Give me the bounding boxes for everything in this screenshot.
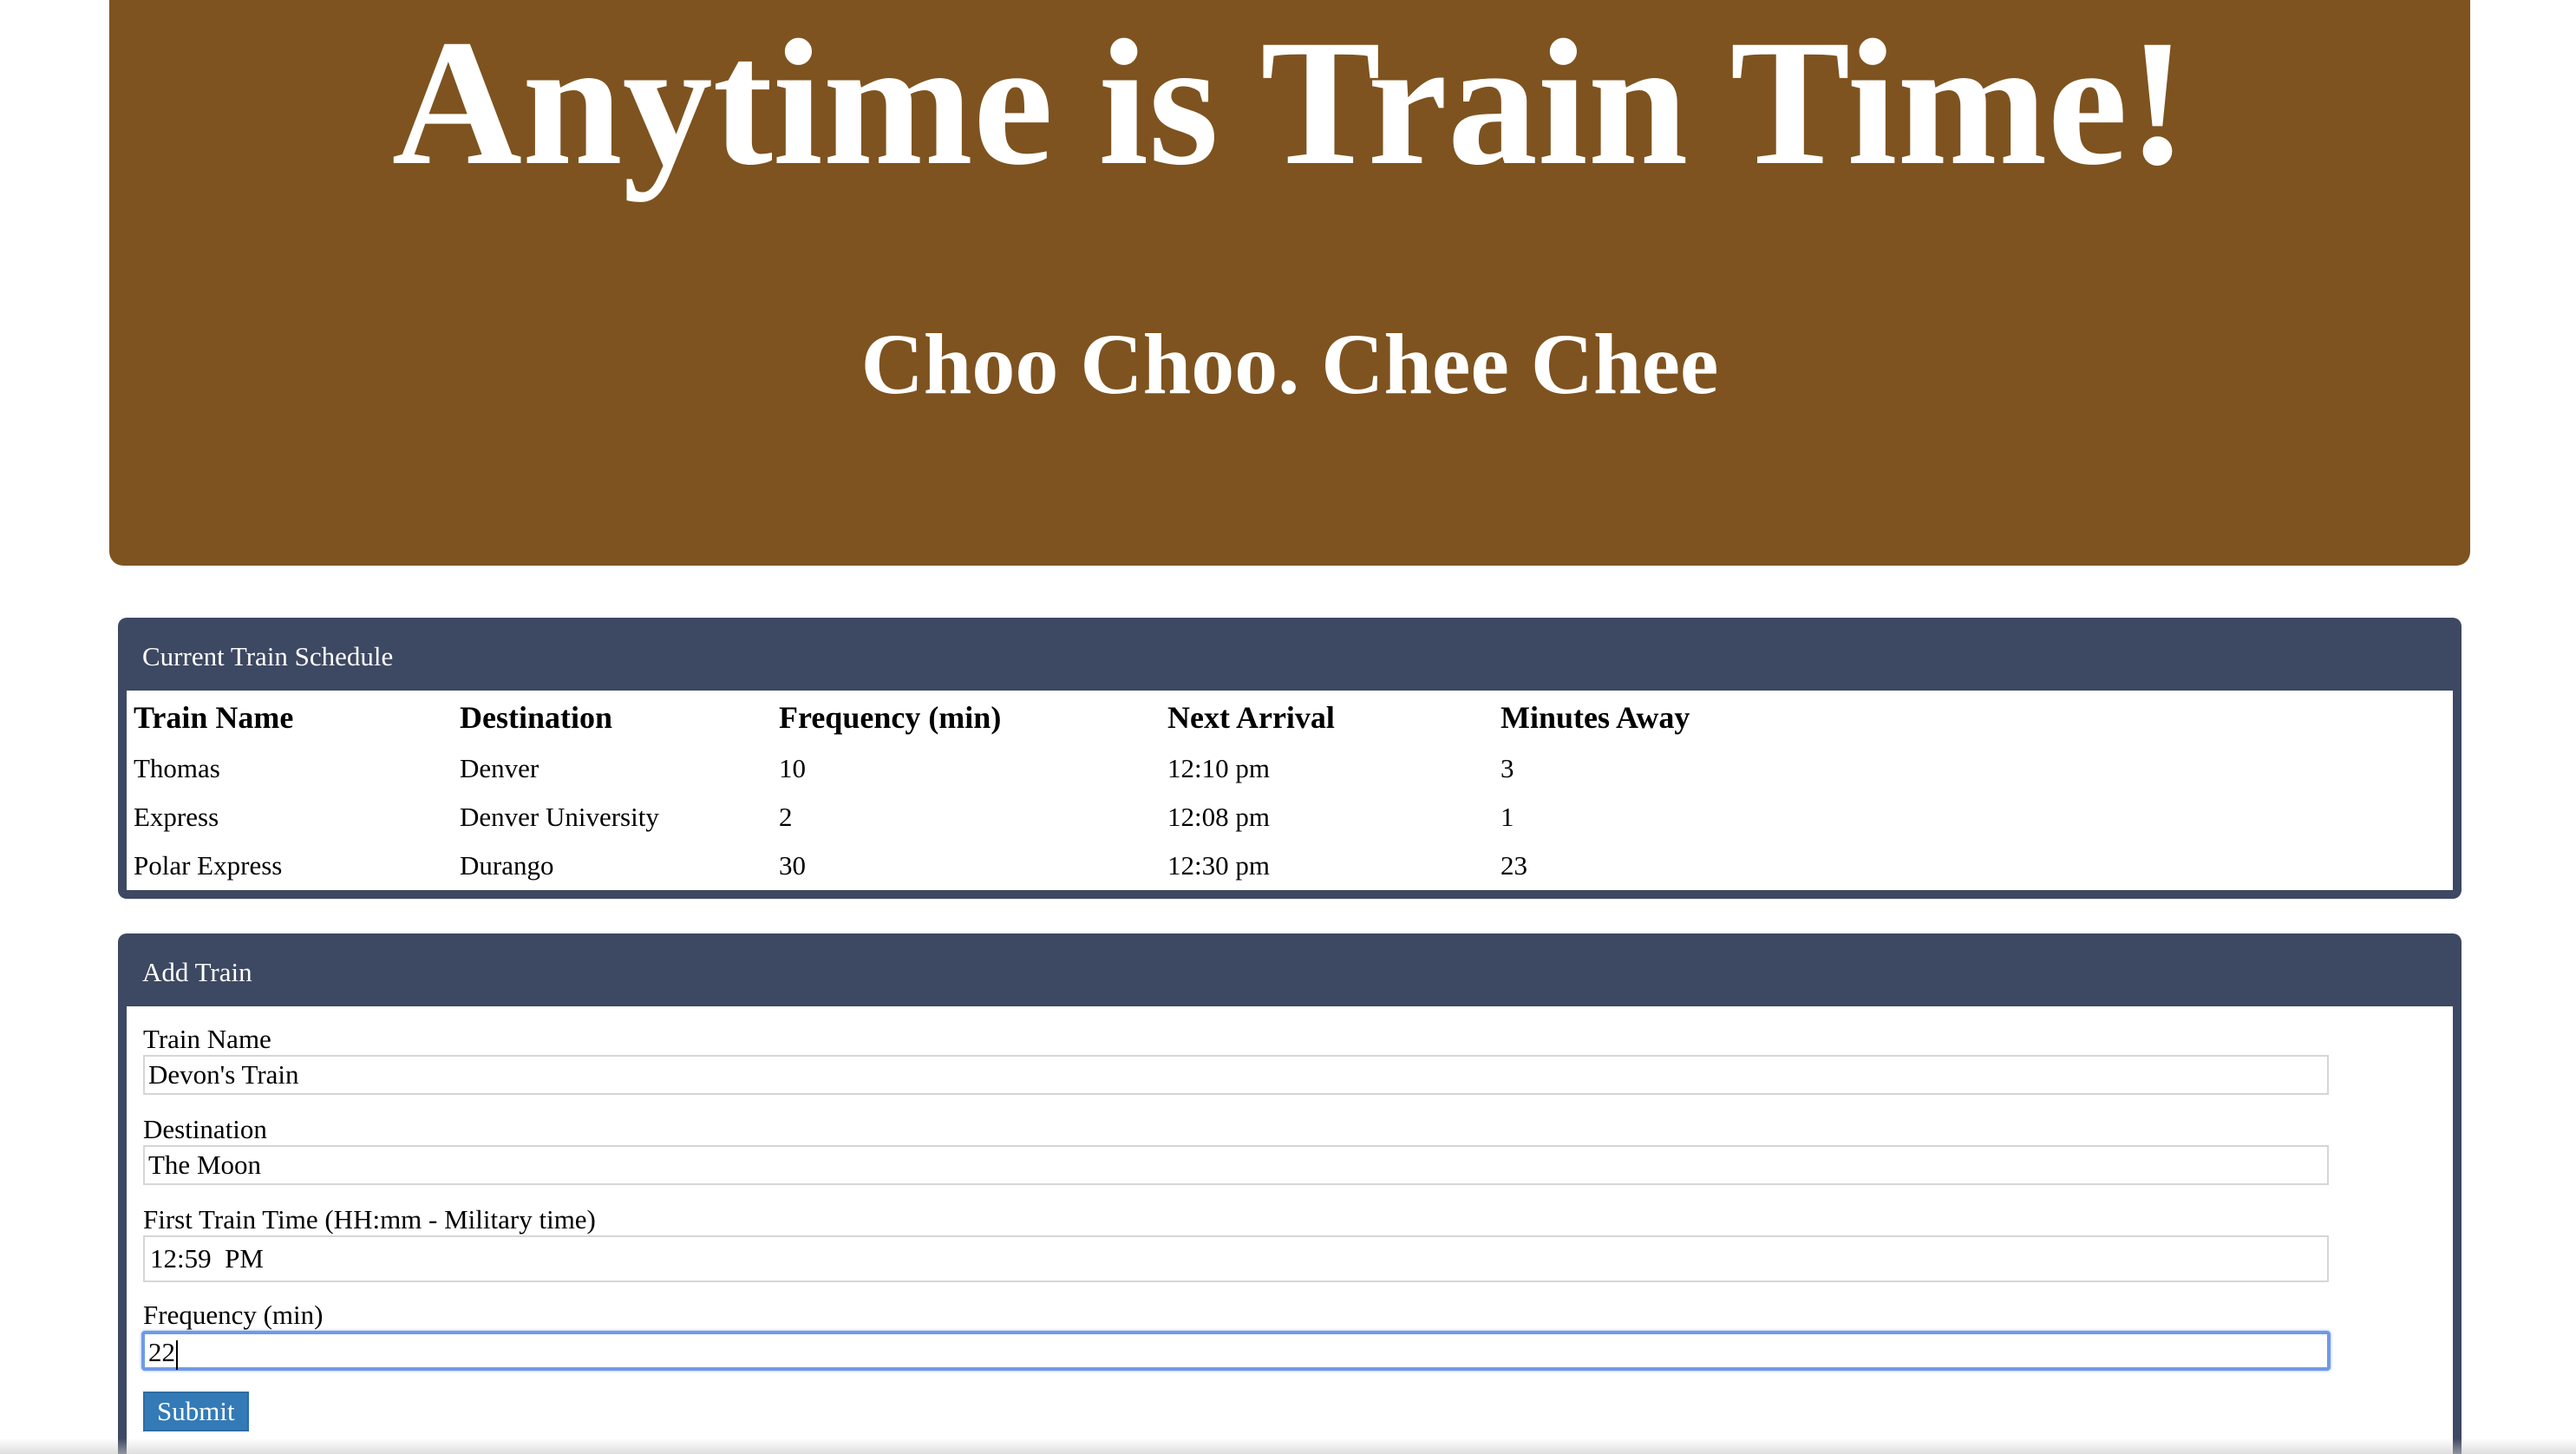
form-group-first-train-time: First Train Time (HH:mm - Military time)… (143, 1204, 2453, 1282)
cell-minutes-away: 3 (1500, 753, 1514, 783)
text-caret (176, 1339, 178, 1370)
submit-button[interactable]: Submit (143, 1392, 249, 1431)
frequency-label: Frequency (min) (143, 1300, 324, 1330)
destination-label: Destination (143, 1114, 267, 1144)
form-group-destination: Destination The Moon (143, 1114, 2453, 1185)
cell-frequency: 10 (779, 753, 806, 783)
cell-train-name: Thomas (134, 753, 220, 783)
column-header-minutes-away: Minutes Away (1500, 700, 1690, 735)
cell-destination: Denver (460, 753, 539, 783)
cell-destination: Durango (460, 850, 554, 881)
table-row: Thomas Denver 10 12:10 pm 3 (134, 744, 1761, 793)
form-group-frequency: Frequency (min) 22 (141, 1300, 2453, 1371)
cell-frequency: 30 (779, 850, 806, 881)
cell-frequency: 2 (779, 802, 793, 832)
cell-destination: Denver University (460, 802, 659, 832)
cell-next-arrival: 12:30 pm (1167, 850, 1270, 881)
column-header-frequency: Frequency (min) (779, 700, 1002, 735)
column-header-train-name: Train Name (134, 700, 294, 735)
schedule-panel-body: Train Name Destination Frequency (min) N… (127, 691, 2453, 890)
first-train-time-input[interactable]: 12:59 PM (143, 1235, 2329, 1282)
train-schedule-panel: Current Train Schedule Train Name Destin… (118, 618, 2462, 899)
first-train-time-label: First Train Time (HH:mm - Military time) (143, 1204, 596, 1235)
jumbotron-header: Anytime is Train Time! Choo Choo. Chee C… (109, 0, 2470, 566)
column-header-destination: Destination (460, 700, 613, 735)
frequency-input[interactable]: 22 (141, 1331, 2331, 1371)
train-name-input[interactable]: Devon's Train (143, 1055, 2329, 1095)
page-title: Anytime is Train Time! (391, 3, 2188, 202)
page: Anytime is Train Time! Choo Choo. Chee C… (0, 0, 2576, 1454)
cell-next-arrival: 12:08 pm (1167, 802, 1270, 832)
cell-minutes-away: 23 (1500, 850, 1527, 881)
table-header-row: Train Name Destination Frequency (min) N… (134, 691, 1761, 744)
table-row: Express Denver University 2 12:08 pm 1 (134, 793, 1761, 842)
cell-minutes-away: 1 (1500, 802, 1514, 832)
add-train-panel-heading: Add Train (142, 957, 252, 987)
form-group-train-name: Train Name Devon's Train (143, 1024, 2453, 1095)
add-train-form: Train Name Devon's Train Destination The… (127, 1006, 2453, 1454)
schedule-panel-heading: Current Train Schedule (142, 641, 394, 671)
cell-train-name: Express (134, 802, 219, 832)
bottom-shadow (0, 1438, 2576, 1454)
table-row: Polar Express Durango 30 12:30 pm 23 (134, 842, 1761, 890)
page-subtitle: Choo Choo. Chee Chee (860, 316, 1719, 412)
cell-next-arrival: 12:10 pm (1167, 753, 1270, 783)
column-header-next-arrival: Next Arrival (1167, 700, 1335, 735)
cell-train-name: Polar Express (134, 850, 283, 881)
train-schedule-table: Train Name Destination Frequency (min) N… (134, 691, 1761, 890)
frequency-input-value: 22 (148, 1337, 175, 1367)
add-train-panel: Add Train Train Name Devon's Train Desti… (118, 933, 2462, 1454)
train-name-label: Train Name (143, 1024, 271, 1054)
destination-input[interactable]: The Moon (143, 1145, 2329, 1185)
